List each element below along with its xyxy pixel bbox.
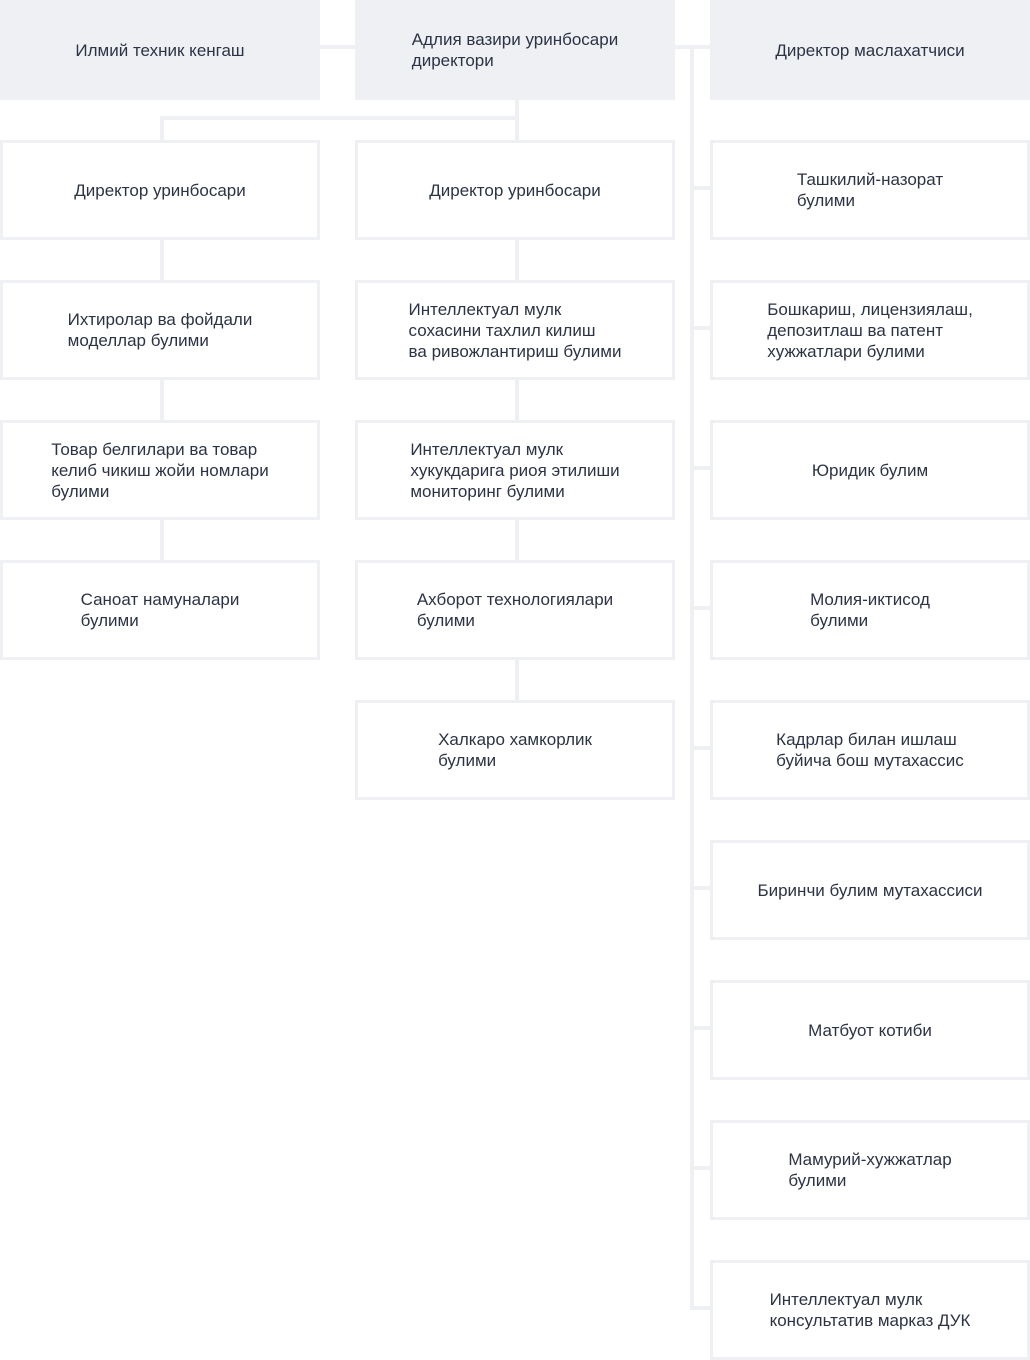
node-label: Директор уринбосари <box>74 180 246 200</box>
node-label: Мамурий-хужжатлар булими <box>788 1150 952 1190</box>
node-label: Интеллектуал мулк сохасини тахлил килиш … <box>408 299 622 361</box>
node-col1-inventions-department: Ихтиролар ва фойдали моделлар булими <box>0 280 320 380</box>
connector-col3-branch <box>690 1306 712 1310</box>
node-label: Адлия вазири уринбосари директори <box>411 30 619 70</box>
node-label: Илмий техник кенгаш <box>75 40 245 60</box>
node-label: Ихтиролар ва фойдали моделлар булими <box>67 310 253 350</box>
node-label: Кадрлар билан ишлаш буйича бош мутахасси… <box>776 730 964 770</box>
node-label: Интеллектуал мулк консультатив марказ ДУ… <box>769 1290 971 1330</box>
node-label: Товар белгилари ва товар келиб чикиш жой… <box>51 439 269 501</box>
node-col2-analysis-department: Интеллектуал мулк сохасини тахлил килиш … <box>355 280 675 380</box>
connector-col3-branch <box>690 1166 712 1170</box>
node-col3-administrative-documents: Мамурий-хужжатлар булими <box>710 1120 1030 1220</box>
connector-top-left <box>318 45 358 49</box>
connector-col3-branch <box>690 1026 712 1030</box>
node-col1-deputy-director: Директор уринбосари <box>0 140 320 240</box>
connector-col3-spine <box>690 45 694 1310</box>
connector-col1-top <box>160 116 164 142</box>
node-scientific-council: Илмий техник кенгаш <box>0 0 320 100</box>
connector-col3-branch <box>690 326 712 330</box>
node-col3-legal: Юридик булим <box>710 420 1030 520</box>
node-label: Саноат намуналари булими <box>80 590 240 630</box>
connector-split-horizontal <box>160 116 519 120</box>
node-director: Адлия вазири уринбосари директори <box>355 0 675 100</box>
node-col1-trademarks-department: Товар белгилари ва товар келиб чикиш жой… <box>0 420 320 520</box>
node-label: Ташкилий-назорат булими <box>796 170 944 210</box>
node-col2-deputy-director: Директор уринбосари <box>355 140 675 240</box>
node-label: Ахборот технологиялари булими <box>416 590 614 630</box>
node-col3-organizational-control: Ташкилий-назорат булими <box>710 140 1030 240</box>
node-col1-industrial-designs-department: Саноат намуналари булими <box>0 560 320 660</box>
node-col3-consulting-center: Интеллектуал мулк консультатив марказ ДУ… <box>710 1260 1030 1360</box>
node-col3-management-licensing: Бошкариш, лицензиялаш, депозитлаш ва пат… <box>710 280 1030 380</box>
node-label: Бошкариш, лицензиялаш, депозитлаш ва пат… <box>767 299 973 361</box>
connector-col3-branch <box>690 746 712 750</box>
node-label: Халкаро хамкорлик булими <box>438 730 592 770</box>
node-label: Интеллектуал мулк хукукдарига риоя этили… <box>410 439 620 501</box>
node-label: Молия-иктисод булими <box>810 590 930 630</box>
connector-col3-branch <box>690 886 712 890</box>
node-col3-hr-specialist: Кадрлар билан ишлаш буйича бош мутахасси… <box>710 700 1030 800</box>
node-col3-press-secretary: Матбуот котиби <box>710 980 1030 1080</box>
node-label: Матбуот котиби <box>808 1020 932 1040</box>
connector-center-down <box>515 98 519 142</box>
node-col3-finance: Молия-иктисод булими <box>710 560 1030 660</box>
connector-col3-branch <box>690 606 712 610</box>
node-col2-monitoring-department: Интеллектуал мулк хукукдарига риоя этили… <box>355 420 675 520</box>
connector-col3-branch <box>690 186 712 190</box>
node-col2-international-department: Халкаро хамкорлик булими <box>355 700 675 800</box>
connector-col3-branch <box>690 466 712 470</box>
node-col3-first-department: Биринчи булим мутахассиси <box>710 840 1030 940</box>
node-label: Директор маслахатчиси <box>775 40 965 60</box>
node-director-advisor: Директор маслахатчиси <box>710 0 1030 100</box>
node-label: Юридик булим <box>811 460 929 480</box>
node-col2-it-department: Ахборот технологиялари булими <box>355 560 675 660</box>
node-label: Директор уринбосари <box>429 180 601 200</box>
node-label: Биринчи булим мутахассиси <box>757 880 983 900</box>
